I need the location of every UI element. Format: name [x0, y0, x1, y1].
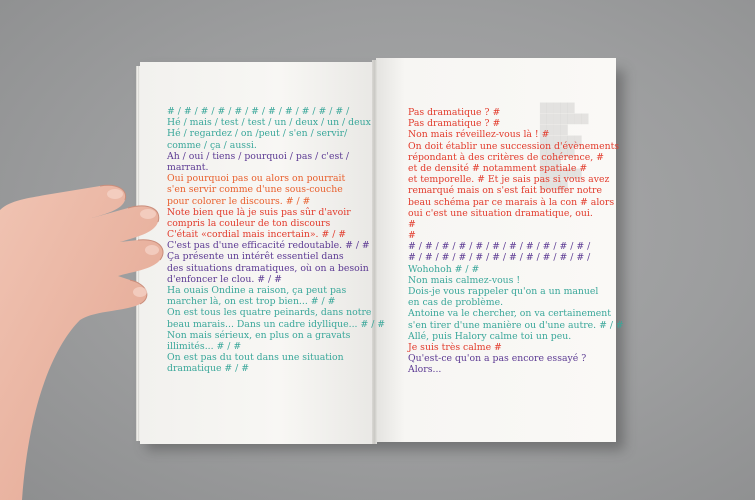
text-line: et temporelle. # Et je sais pas si vous …: [408, 174, 610, 186]
left-page-text: # / # / # / # / # / # / # / # / # / # / …: [167, 106, 385, 375]
text-line: s'en tirer d'une manière ou d'une autre.…: [408, 319, 624, 331]
text-line: d'enfoncer le clou. # / #: [167, 273, 282, 285]
text-line: marcher là, on est trop bien... # / #: [167, 296, 336, 308]
text-line: Qu'est-ce qu'on a pas encore essayé ?: [408, 353, 587, 365]
text-line: Ha ouais Ondine a raison, ça peut pas: [167, 285, 347, 296]
text-line: Antoine va le chercher, on va certaineme…: [408, 308, 612, 320]
text-line: On est pas du tout dans une situation: [167, 352, 344, 364]
text-line: Hé / regardez / on /peut / s'en / servir…: [167, 128, 348, 140]
text-line: s'en servir comme d'une sous-couche: [167, 184, 343, 196]
text-line: On est tous les quatre peinards, dans no…: [167, 307, 372, 319]
text-line: Ah / oui / tiens / pourquoi / pas / c'es…: [167, 150, 350, 162]
text-line: en cas de problème.: [408, 297, 504, 309]
text-line: # / # / # / # / # / # / # / # / # / # / …: [408, 252, 591, 264]
text-line: Non mais calmez-vous !: [408, 274, 521, 286]
text-line: Non mais réveillez-vous là ! #: [408, 129, 550, 141]
hand-image: [0, 184, 164, 500]
text-line: illimités... # / #: [167, 340, 242, 352]
text-line: Alors...: [408, 364, 442, 376]
right-page-text: Pas dramatique ? # Pas dramatique ? # Non …: [408, 107, 624, 376]
text-line: beau schéma par ce marais à la con # alo…: [408, 196, 615, 208]
text-line: des situations dramatiques, où on a beso…: [167, 262, 369, 274]
text-line: répondant à des critères de cohérence, #: [408, 151, 604, 163]
text-line: Non mais sérieux, en plus on a gravats: [167, 329, 351, 341]
text-line: et de densité # notamment spatiale #: [408, 162, 588, 174]
text-line: Je suis très calme #: [408, 341, 502, 353]
text-line: C'était «cordial mais incertain». # / #: [167, 229, 347, 241]
text-line: Note bien que là je suis pas sûr d'avoir: [167, 206, 351, 218]
text-line: Pas dramatique ? #: [408, 118, 501, 130]
text-line: Allé, puis Halory calme toi un peu.: [408, 330, 572, 342]
text-line: Pas dramatique ? #: [408, 107, 501, 118]
text-line: compris la couleur de ton discours: [167, 217, 331, 229]
text-line: marrant.: [167, 161, 209, 173]
text-line: pour colorer le discours. # / #: [167, 195, 311, 207]
text-line: oui c'est une situation dramatique, oui.: [408, 207, 593, 219]
text-line: # / # / # / # / # / # / # / # / # / # / …: [408, 241, 591, 253]
text-line: remarqué mais on s'est fait bouffer notr…: [408, 185, 602, 197]
text-line: C'est pas d'une efficacité redoutable. #…: [167, 240, 370, 252]
text-line: #: [408, 230, 416, 242]
text-line: beau marais... Dans un cadre idyllique..…: [167, 318, 386, 330]
text-line: dramatique # / #: [167, 363, 250, 375]
text-line: Wohohoh # / #: [408, 263, 480, 275]
text-line: # / # / # / # / # / # / # / # / # / # / …: [167, 106, 350, 117]
text-line: Dois-je vous rappeler qu'on a un manuel: [408, 286, 599, 297]
text-line: comme / ça / aussi.: [167, 139, 257, 151]
text-line: Oui pourquoi pas ou alors on pourrait: [167, 173, 346, 185]
text-line: Ça présente un intérêt essentiel dans: [167, 251, 344, 263]
text-line: #: [408, 218, 416, 230]
text-line: On doit établir une succession d'évèneme…: [408, 140, 620, 152]
text-line: Hé / mais / test / test / un / deux / un…: [167, 117, 371, 129]
